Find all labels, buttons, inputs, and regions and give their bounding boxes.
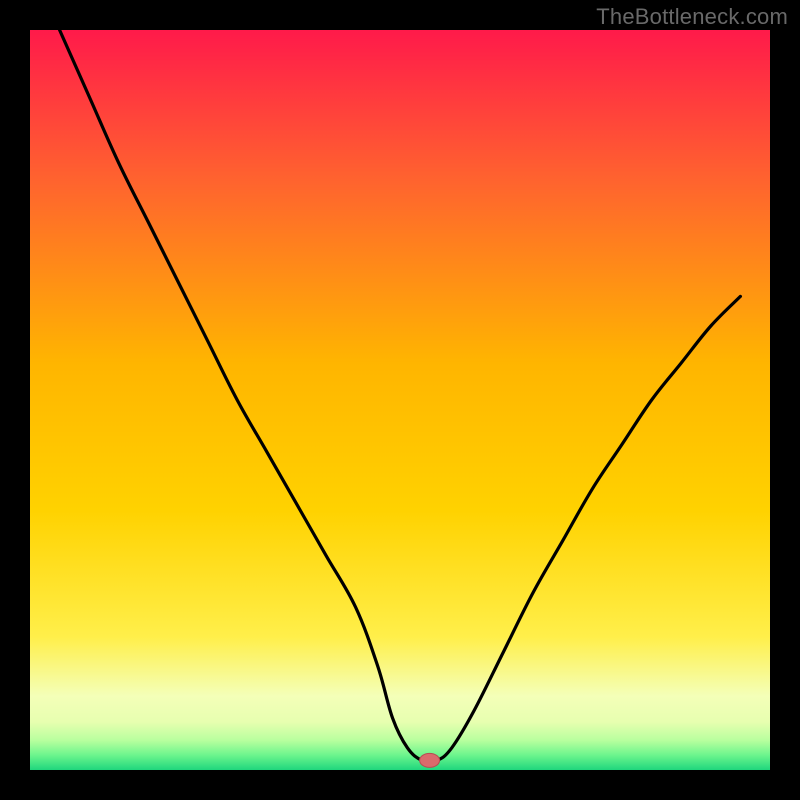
chart-frame: TheBottleneck.com: [0, 0, 800, 800]
optimum-marker: [420, 753, 440, 767]
plot-background: [30, 30, 770, 770]
bottleneck-chart: [0, 0, 800, 800]
watermark-text: TheBottleneck.com: [596, 4, 788, 30]
